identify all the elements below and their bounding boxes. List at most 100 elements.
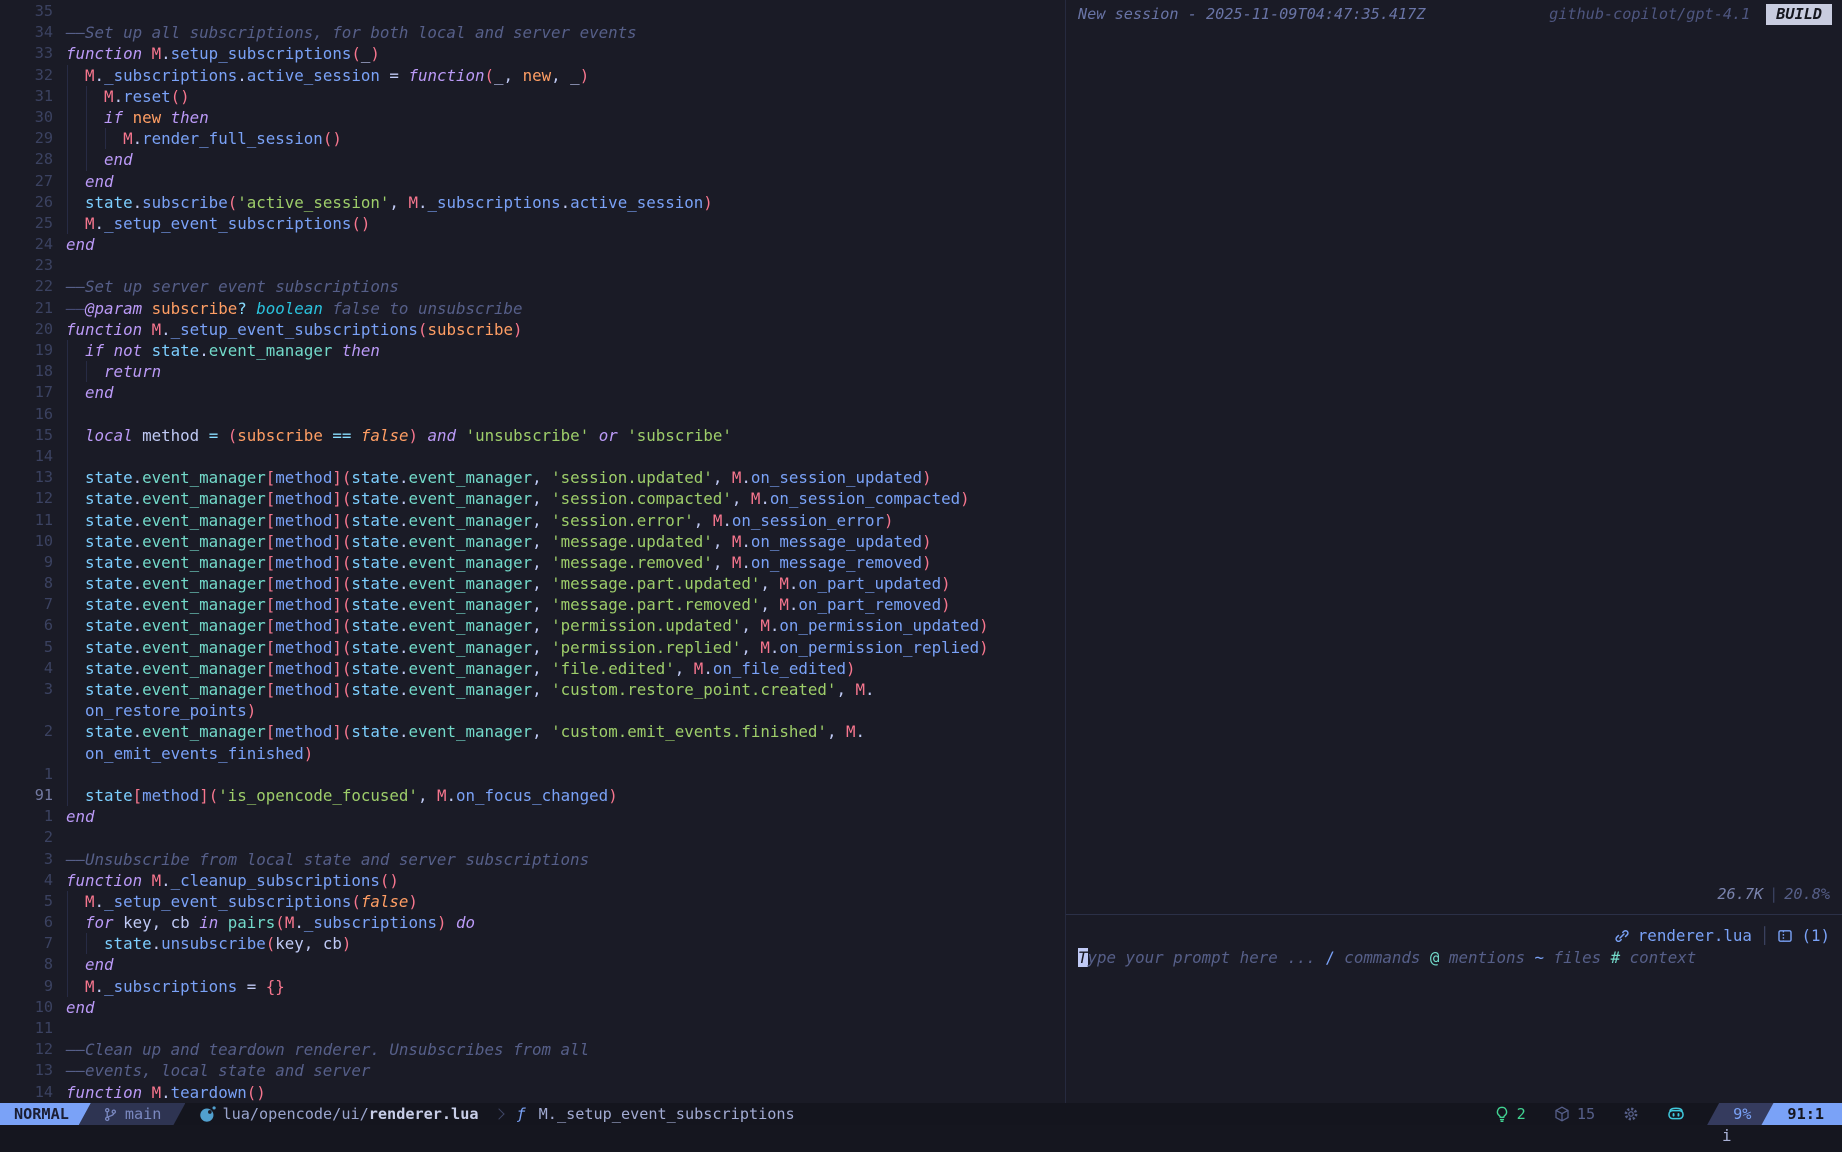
code-line[interactable]: 3 state.event_manager[method](state.even… — [0, 679, 1065, 700]
line-number: 10 — [0, 997, 66, 1018]
code-line[interactable]: 6 for key, cb in pairs(M._subscriptions)… — [0, 912, 1065, 933]
prompt-placeholder-text: @ — [1430, 948, 1440, 967]
indent-guide — [67, 467, 68, 488]
code-editor-pane[interactable]: 3534——Set up all subscriptions, for both… — [0, 0, 1065, 1103]
code-line[interactable]: on_emit_events_finished) — [0, 743, 1065, 764]
indent-guide — [67, 404, 68, 425]
code-line[interactable]: 13 state.event_manager[method](state.eve… — [0, 467, 1065, 488]
code-line[interactable]: 27 end — [0, 171, 1065, 192]
line-number: 4 — [0, 658, 66, 679]
code-line[interactable]: 23 — [0, 255, 1065, 276]
code-line[interactable]: 25 M._setup_event_subscriptions() — [0, 213, 1065, 234]
link-icon — [1614, 928, 1630, 944]
code-line[interactable]: 8 end — [0, 954, 1065, 975]
code-line[interactable]: 13——events, local state and server — [0, 1060, 1065, 1081]
code-text: state.event_manager[method](state.event_… — [66, 594, 951, 615]
prompt-input[interactable]: Type your prompt here ... / commands @ m… — [1066, 947, 1842, 969]
code-line[interactable]: 4 state.event_manager[method](state.even… — [0, 658, 1065, 679]
code-line[interactable]: 28 end — [0, 149, 1065, 170]
code-line[interactable]: 10 state.event_manager[method](state.eve… — [0, 531, 1065, 552]
lightbulb-icon[interactable] — [1494, 1106, 1510, 1122]
code-line[interactable]: 11 — [0, 1018, 1065, 1039]
code-line[interactable]: 91 state[method]('is_opencode_focused', … — [0, 785, 1065, 806]
code-line[interactable]: 20function M._setup_event_subscriptions(… — [0, 319, 1065, 340]
function-symbol-icon: ƒ — [517, 1103, 526, 1125]
indent-guide — [67, 976, 68, 997]
line-number: 26 — [0, 192, 66, 213]
code-line[interactable]: 16 — [0, 404, 1065, 425]
breadcrumb[interactable]: lua/opencode/ui/renderer.lua ƒ M._setup_… — [199, 1103, 794, 1125]
status-icons: 2 15 — [1494, 1103, 1707, 1125]
code-line[interactable]: 7 state.event_manager[method](state.even… — [0, 594, 1065, 615]
code-line[interactable]: on_restore_points) — [0, 700, 1065, 721]
indent-guide — [67, 658, 68, 679]
code-text: M._setup_event_subscriptions(false) — [66, 891, 418, 912]
stats-separator: | — [1763, 885, 1784, 903]
code-line[interactable]: 12 state.event_manager[method](state.eve… — [0, 488, 1065, 509]
code-area[interactable]: 3534——Set up all subscriptions, for both… — [0, 1, 1065, 1103]
code-line[interactable]: 19 if not state.event_manager then — [0, 340, 1065, 361]
code-line[interactable]: 1end — [0, 806, 1065, 827]
code-text: state.event_manager[method](state.event_… — [66, 467, 932, 488]
indent-guide — [67, 594, 68, 615]
code-line[interactable]: 21——@param subscribe? boolean false to u… — [0, 298, 1065, 319]
code-line[interactable]: 32 M._subscriptions.active_session = fun… — [0, 65, 1065, 86]
line-number: 3 — [0, 679, 66, 700]
attached-file-name[interactable]: renderer.lua — [1638, 925, 1752, 946]
code-line[interactable]: 2 state.event_manager[method](state.even… — [0, 721, 1065, 742]
code-line[interactable]: 8 state.event_manager[method](state.even… — [0, 573, 1065, 594]
indent-guide — [67, 954, 68, 975]
session-title: New session - 2025-11-09T04:47:35.417Z — [1078, 5, 1425, 23]
code-line[interactable]: 35 — [0, 1, 1065, 22]
indent-guide — [67, 382, 68, 403]
code-text: if new then — [66, 107, 209, 128]
prompt-placeholder-text: ~ — [1535, 948, 1545, 967]
indent-guide — [67, 128, 68, 149]
code-line[interactable]: 4function M._cleanup_subscriptions() — [0, 870, 1065, 891]
code-text: on_emit_events_finished) — [66, 743, 313, 764]
code-text: ——Set up server event subscriptions — [66, 276, 399, 297]
indent-guide — [86, 933, 87, 954]
code-line[interactable]: 18 return — [0, 361, 1065, 382]
code-line[interactable]: 9 state.event_manager[method](state.even… — [0, 552, 1065, 573]
code-line[interactable]: 33function M.setup_subscriptions(_) — [0, 43, 1065, 64]
code-line[interactable]: 12——Clean up and teardown renderer. Unsu… — [0, 1039, 1065, 1060]
code-text: state.event_manager[method](state.event_… — [66, 679, 875, 700]
code-line[interactable]: 6 state.event_manager[method](state.even… — [0, 615, 1065, 636]
code-line[interactable]: 7 state.unsubscribe(key, cb) — [0, 933, 1065, 954]
gear-icon[interactable] — [1623, 1106, 1639, 1122]
code-line[interactable]: 24end — [0, 234, 1065, 255]
code-line[interactable]: 17 end — [0, 382, 1065, 403]
line-number: 29 — [0, 128, 66, 149]
code-line[interactable]: 1 — [0, 764, 1065, 785]
cursor-position: 91:1 — [1787, 1103, 1824, 1125]
code-line[interactable]: 30 if new then — [0, 107, 1065, 128]
prompt-placeholder-text: context — [1620, 948, 1696, 967]
attachment-count: (1) — [1801, 925, 1830, 946]
line-number: 32 — [0, 65, 66, 86]
code-line[interactable]: 5 state.event_manager[method](state.even… — [0, 637, 1065, 658]
code-line[interactable]: 26 state.subscribe('active_session', M._… — [0, 192, 1065, 213]
code-line[interactable]: 34——Set up all subscriptions, for both l… — [0, 22, 1065, 43]
context-function-name: M._setup_event_subscriptions — [539, 1103, 795, 1125]
line-number: 28 — [0, 149, 66, 170]
code-line[interactable]: 22——Set up server event subscriptions — [0, 276, 1065, 297]
line-number: 23 — [0, 255, 66, 276]
code-line[interactable]: 9 M._subscriptions = {} — [0, 976, 1065, 997]
prompt-placeholder-text: # — [1611, 948, 1621, 967]
code-line[interactable]: 5 M._setup_event_subscriptions(false) — [0, 891, 1065, 912]
file-name: renderer.lua — [369, 1105, 479, 1123]
file-path-prefix: lua/opencode/ui/ — [222, 1105, 368, 1123]
code-line[interactable]: 2 — [0, 827, 1065, 848]
code-line[interactable]: 3——Unsubscribe from local state and serv… — [0, 849, 1065, 870]
statusline-spacer — [795, 1103, 1494, 1125]
code-line[interactable]: 31 M.reset() — [0, 86, 1065, 107]
code-line[interactable]: 15 local method = (subscribe == false) a… — [0, 425, 1065, 446]
code-line[interactable]: 10end — [0, 997, 1065, 1018]
code-line[interactable]: 29 M.render_full_session() — [0, 128, 1065, 149]
copilot-icon[interactable] — [1667, 1106, 1685, 1122]
code-line[interactable]: 11 state.event_manager[method](state.eve… — [0, 510, 1065, 531]
code-line[interactable]: 14 — [0, 446, 1065, 467]
code-line[interactable]: 14function M.teardown() — [0, 1082, 1065, 1103]
lightbulb-count: 2 — [1517, 1103, 1526, 1125]
